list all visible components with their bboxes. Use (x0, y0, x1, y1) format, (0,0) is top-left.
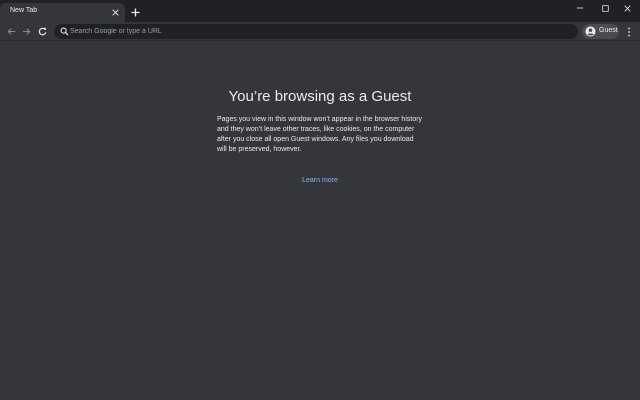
profile-button[interactable]: Guest (582, 24, 619, 39)
search-icon (60, 27, 69, 36)
learn-more-link[interactable]: Learn more (290, 177, 350, 184)
tab-strip: New Tab (0, 0, 640, 22)
minimize-button[interactable] (567, 0, 593, 16)
plus-icon (130, 7, 140, 17)
arrow-right-icon (22, 28, 31, 35)
close-window-button[interactable] (614, 0, 640, 16)
omnibox[interactable] (54, 24, 578, 39)
guest-description: Pages you view in this window won’t appe… (217, 116, 423, 153)
kebab-menu-icon (627, 27, 630, 36)
close-icon (112, 9, 119, 16)
new-tab-button[interactable] (129, 6, 141, 18)
toolbar: Guest (0, 22, 640, 41)
account-circle-icon (585, 26, 596, 37)
reload-icon (38, 27, 47, 36)
omnibox-input[interactable] (70, 25, 570, 38)
tab-close-button[interactable] (110, 7, 121, 18)
arrow-left-icon (7, 28, 16, 35)
menu-button[interactable] (622, 25, 635, 38)
tab-new-tab[interactable]: New Tab (0, 3, 125, 22)
minimize-icon (576, 7, 584, 9)
tab-title: New Tab (10, 7, 38, 14)
forward-button[interactable] (20, 25, 33, 38)
maximize-icon (601, 4, 609, 12)
guest-page: You’re browsing as a Guest Pages you vie… (0, 42, 640, 400)
close-icon (623, 4, 631, 12)
back-button[interactable] (5, 25, 18, 38)
page-heading: You’re browsing as a Guest (228, 88, 412, 105)
profile-label: Guest (599, 27, 618, 34)
reload-button[interactable] (36, 25, 49, 38)
